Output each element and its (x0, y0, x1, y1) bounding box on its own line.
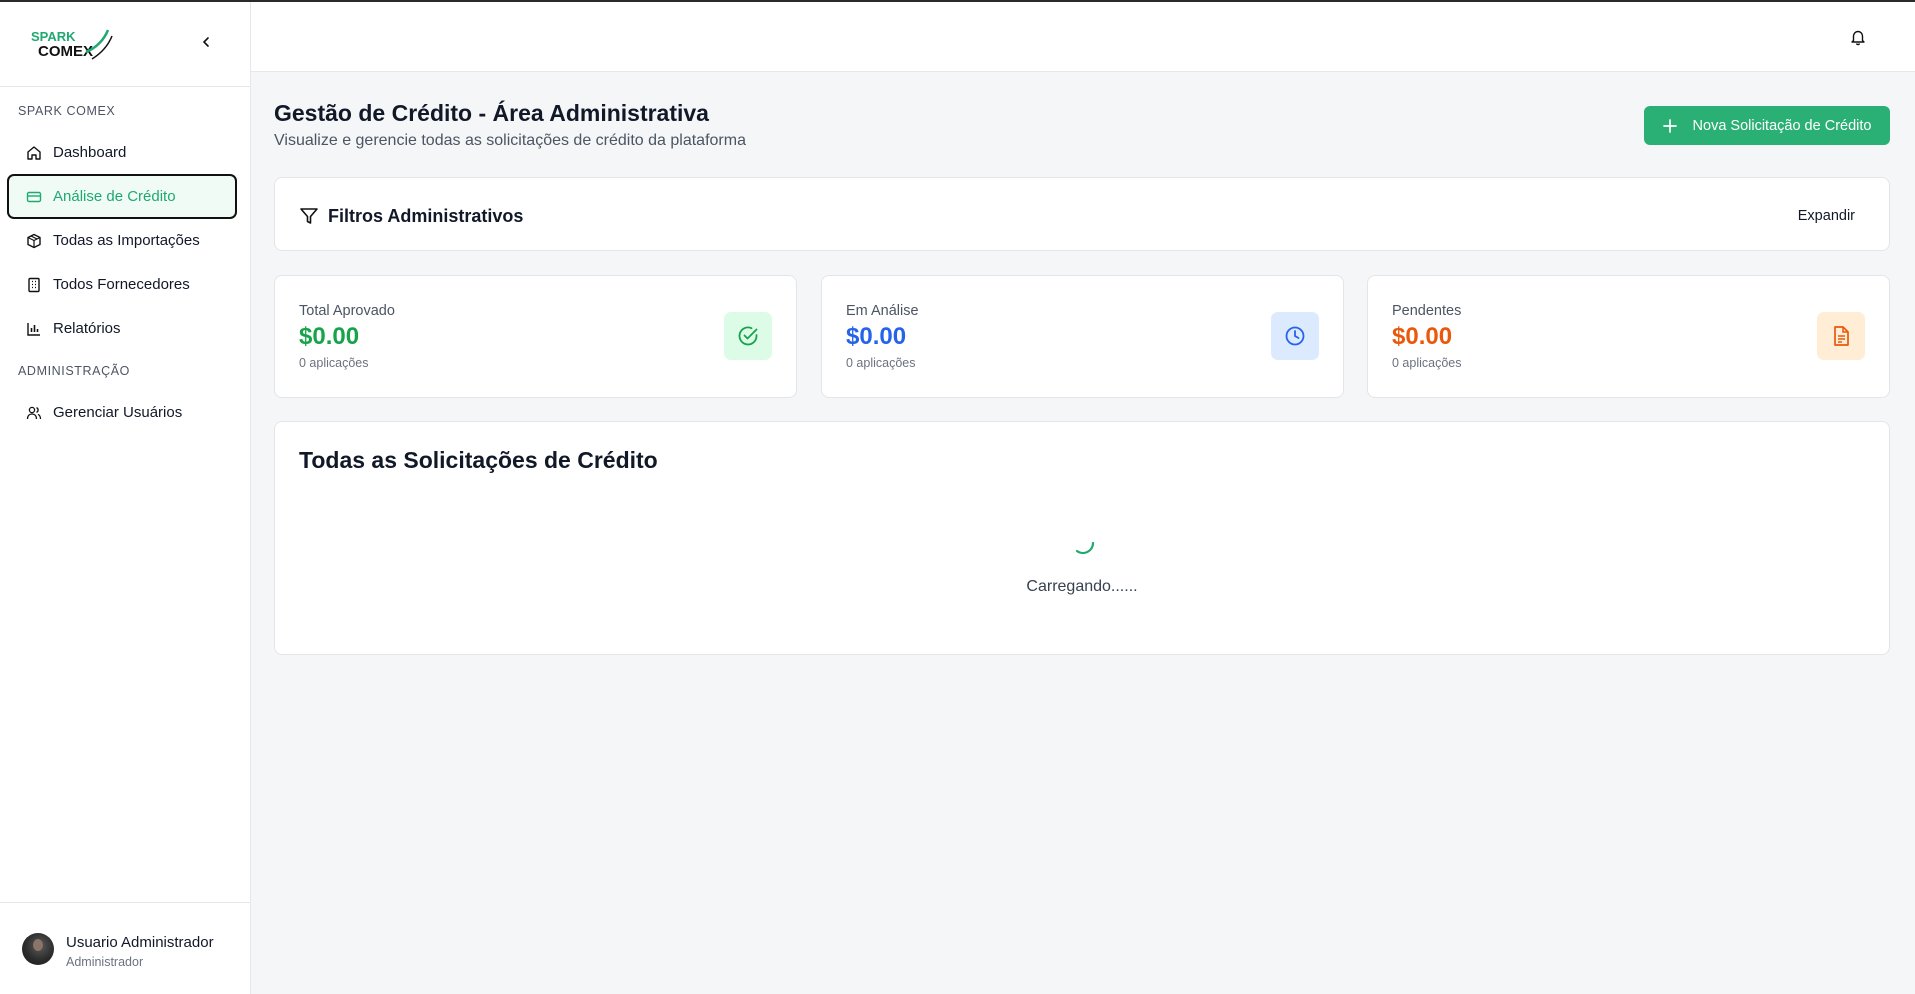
file-text-icon (1817, 312, 1865, 360)
new-credit-request-label: Nova Solicitação de Crédito (1692, 117, 1872, 134)
stat-count: 0 aplicações (299, 356, 369, 370)
stat-value: $0.00 (846, 323, 907, 350)
collapse-sidebar-button[interactable] (196, 32, 216, 52)
chevron-left-icon (202, 37, 209, 47)
loading-spinner-icon (1075, 541, 1095, 555)
new-credit-request-button[interactable]: Nova Solicitação de Crédito (1644, 106, 1890, 145)
spark-comex-logo[interactable]: SPARK COMEX (30, 26, 116, 62)
sidebar-item-analise-credito[interactable]: Análise de Crédito (7, 174, 237, 219)
credit-card-icon (26, 189, 42, 205)
loading-text: Carregando...... (1026, 578, 1138, 595)
svg-text:SPARK: SPARK (31, 29, 76, 44)
credit-requests-title: Todas as Solicitações de Crédito (299, 447, 658, 473)
stat-count: 0 aplicações (846, 356, 916, 370)
sidebar-item-label: Relatórios (53, 320, 121, 337)
stat-count: 0 aplicações (1392, 356, 1462, 370)
building-icon (26, 277, 42, 293)
sidebar-item-fornecedores[interactable]: Todos Fornecedores (7, 262, 237, 307)
stat-label: Pendentes (1392, 303, 1462, 319)
stat-card-pendentes: Pendentes $0.00 0 aplicações (1367, 275, 1890, 398)
stat-value: $0.00 (1392, 323, 1453, 350)
expand-filters-button[interactable]: Expandir (1798, 208, 1855, 224)
stat-card-em-analise: Em Análise $0.00 0 aplicações (821, 275, 1344, 398)
stat-label: Em Análise (846, 303, 919, 319)
plus-icon (1662, 118, 1677, 133)
sidebar-item-label: Dashboard (53, 144, 127, 161)
sidebar-section-admin: ADMINISTRAÇÃO (18, 364, 130, 378)
sidebar-item-relatorios[interactable]: Relatórios (7, 306, 237, 351)
sidebar: SPARK COMEX SPARK COMEX Dashboard Anális… (0, 2, 251, 994)
stat-value: $0.00 (299, 323, 360, 350)
check-circle-icon (724, 312, 772, 360)
clock-icon (1271, 312, 1319, 360)
svg-text:COMEX: COMEX (38, 43, 93, 60)
top-bar (251, 2, 1915, 72)
user-name: Usuario Administrador (66, 934, 214, 951)
sidebar-item-label: Análise de Crédito (53, 188, 176, 205)
stat-label: Total Aprovado (299, 303, 395, 319)
sidebar-item-dashboard[interactable]: Dashboard (7, 130, 237, 175)
admin-filters-card: Filtros Administrativos Expandir (274, 177, 1890, 251)
users-icon (26, 405, 42, 421)
sidebar-item-importacoes[interactable]: Todas as Importações (7, 218, 237, 263)
filter-icon (300, 208, 318, 224)
stat-card-total-aprovado: Total Aprovado $0.00 0 aplicações (274, 275, 797, 398)
credit-requests-card: Todas as Solicitações de Crédito Carrega… (274, 421, 1890, 655)
sidebar-header: SPARK COMEX (0, 2, 250, 87)
sidebar-item-label: Gerenciar Usuários (53, 404, 183, 421)
package-icon (26, 233, 42, 249)
page-title: Gestão de Crédito - Área Administrativa (274, 100, 709, 126)
user-role: Administrador (66, 955, 144, 969)
sidebar-section-main: SPARK COMEX (18, 104, 116, 118)
user-profile[interactable]: Usuario Administrador Administrador (0, 902, 250, 994)
page-subtitle: Visualize e gerencie todas as solicitaçõ… (274, 132, 746, 149)
sidebar-item-label: Todas as Importações (53, 232, 200, 249)
home-icon (26, 145, 42, 161)
avatar (22, 933, 54, 965)
bar-chart-icon (26, 321, 42, 337)
notification-bell-icon[interactable] (1849, 28, 1867, 46)
sidebar-item-gerenciar-usuarios[interactable]: Gerenciar Usuários (7, 390, 237, 435)
filters-title: Filtros Administrativos (328, 206, 524, 226)
sidebar-item-label: Todos Fornecedores (53, 276, 190, 293)
